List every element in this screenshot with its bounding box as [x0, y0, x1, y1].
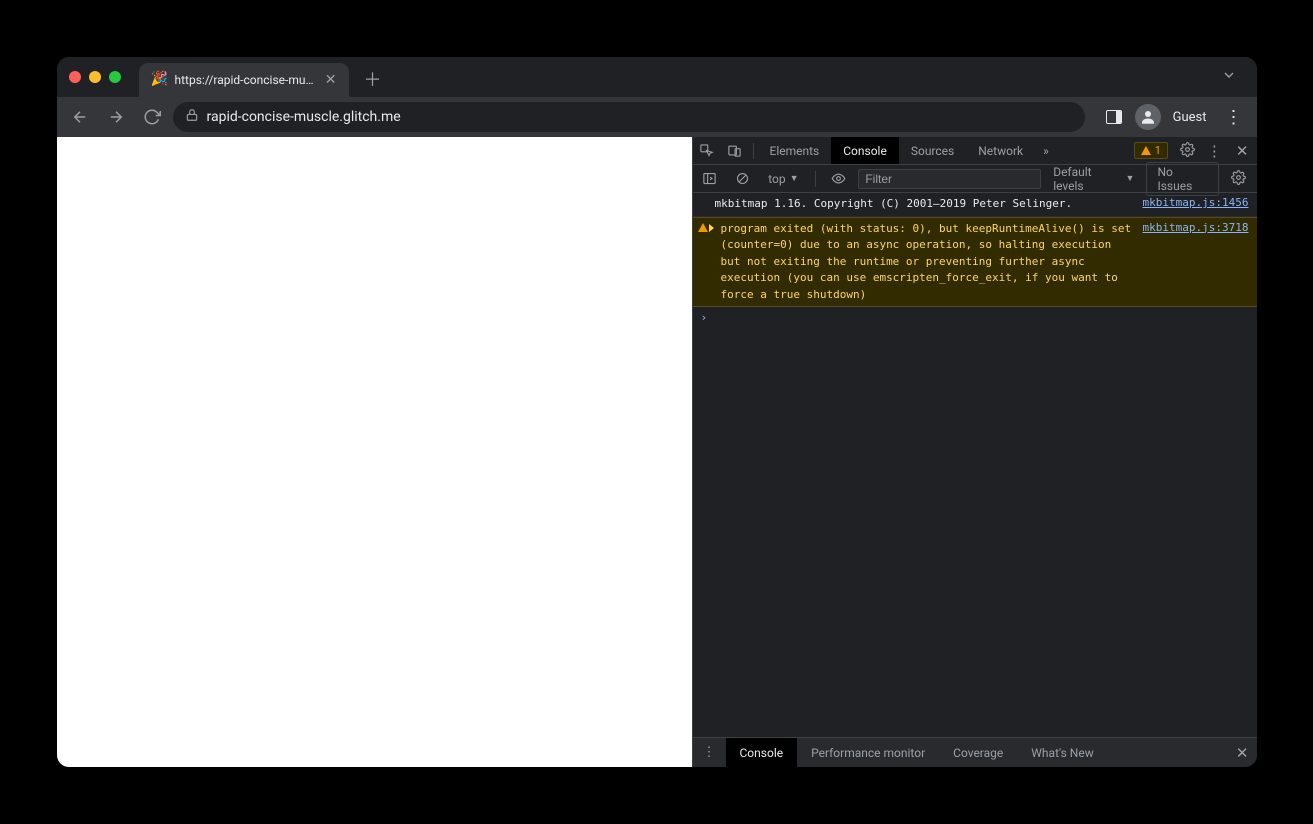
profile-label[interactable]: Guest: [1173, 110, 1207, 125]
chevron-down-icon: ▼: [790, 173, 799, 184]
log-source-link[interactable]: mkbitmap.js:1456: [1143, 196, 1249, 213]
devtools-tabs: Elements Console Sources Network: [758, 137, 1036, 164]
issues-button[interactable]: No Issues: [1146, 162, 1219, 196]
expand-arrow-icon[interactable]: [709, 224, 714, 232]
forward-button[interactable]: [101, 102, 131, 132]
tab-sources[interactable]: Sources: [899, 137, 966, 164]
maximize-window-button[interactable]: [109, 71, 121, 83]
levels-label: Default levels: [1053, 165, 1121, 193]
url-text: rapid-concise-muscle.glitch.me: [207, 109, 401, 125]
browser-menu-button[interactable]: ⋮: [1219, 107, 1249, 128]
back-button[interactable]: [65, 102, 95, 132]
browser-tab[interactable]: 🎉 https://rapid-concise-muscle.g ✕: [139, 63, 349, 97]
window-controls: [69, 71, 121, 83]
drawer-tab-performance[interactable]: Performance monitor: [797, 738, 939, 767]
device-toolbar-button[interactable]: [721, 137, 749, 165]
console-log-row[interactable]: mkbitmap 1.16. Copyright (C) 2001–2019 P…: [693, 193, 1257, 217]
drawer-close-button[interactable]: ✕: [1228, 744, 1257, 762]
tab-elements[interactable]: Elements: [758, 137, 832, 164]
browser-toolbar: rapid-concise-muscle.glitch.me Guest ⋮: [57, 97, 1257, 137]
drawer-tab-console[interactable]: Console: [726, 738, 798, 767]
warning-icon: [1141, 146, 1151, 155]
window-titlebar: 🎉 https://rapid-concise-muscle.g ✕ ＋: [57, 57, 1257, 97]
devtools-menu-button[interactable]: ⋮: [1201, 142, 1228, 160]
warning-source-link[interactable]: mkbitmap.js:3718: [1143, 221, 1249, 304]
console-warning-row[interactable]: program exited (with status: 0), but kee…: [693, 217, 1257, 308]
window-menu-button[interactable]: [1213, 67, 1245, 87]
devtools-header: Elements Console Sources Network » 1 ⋮ ✕: [693, 137, 1257, 165]
profile-avatar-icon[interactable]: [1135, 104, 1161, 130]
devtools-drawer: ⋮ Console Performance monitor Coverage W…: [693, 737, 1257, 767]
devtools-settings-button[interactable]: [1174, 142, 1201, 160]
new-tab-button[interactable]: ＋: [359, 65, 387, 93]
browser-window: 🎉 https://rapid-concise-muscle.g ✕ ＋ rap…: [57, 57, 1257, 767]
console-sidebar-toggle[interactable]: [697, 165, 724, 193]
console-filter-input[interactable]: [858, 169, 1041, 189]
console-toolbar: top ▼ Default levels ▼ No Issues: [693, 165, 1257, 193]
content-area: Elements Console Sources Network » 1 ⋮ ✕: [57, 137, 1257, 767]
close-tab-button[interactable]: ✕: [325, 72, 337, 88]
devtools-close-button[interactable]: ✕: [1228, 142, 1257, 160]
log-levels-selector[interactable]: Default levels ▼: [1047, 165, 1140, 193]
chevron-down-icon: ▼: [1126, 173, 1135, 184]
inspect-element-button[interactable]: [693, 137, 721, 165]
minimize-window-button[interactable]: [89, 71, 101, 83]
drawer-menu-button[interactable]: ⋮: [693, 745, 726, 760]
warning-text: program exited (with status: 0), but kee…: [715, 221, 1143, 304]
prompt-caret-icon: ›: [701, 311, 708, 324]
warning-count-badge[interactable]: 1: [1134, 142, 1168, 159]
drawer-tab-coverage[interactable]: Coverage: [939, 738, 1017, 767]
tab-network[interactable]: Network: [966, 137, 1035, 164]
devtools-panel: Elements Console Sources Network » 1 ⋮ ✕: [692, 137, 1257, 767]
lock-icon: [185, 108, 199, 126]
address-bar[interactable]: rapid-concise-muscle.glitch.me: [173, 102, 1085, 132]
tab-console[interactable]: Console: [831, 137, 899, 164]
log-text: mkbitmap 1.16. Copyright (C) 2001–2019 P…: [715, 196, 1143, 213]
console-messages[interactable]: mkbitmap 1.16. Copyright (C) 2001–2019 P…: [693, 193, 1257, 737]
drawer-tab-whatsnew[interactable]: What's New: [1017, 738, 1107, 767]
live-expression-button[interactable]: [825, 165, 852, 193]
tab-title: https://rapid-concise-muscle.g: [175, 73, 317, 87]
console-settings-button[interactable]: [1225, 170, 1252, 188]
panel-icon: [1106, 110, 1122, 124]
reload-button[interactable]: [137, 102, 167, 132]
context-label: top: [768, 172, 785, 186]
page-viewport[interactable]: [57, 137, 692, 767]
warning-count: 1: [1155, 144, 1161, 157]
tab-favicon-icon: 🎉: [151, 72, 167, 88]
console-prompt[interactable]: ›: [693, 307, 1257, 328]
context-selector[interactable]: top ▼: [762, 172, 804, 186]
clear-console-button[interactable]: [729, 165, 756, 193]
side-panel-toggle-button[interactable]: [1099, 102, 1129, 132]
more-tabs-button[interactable]: »: [1035, 144, 1057, 158]
close-window-button[interactable]: [69, 71, 81, 83]
